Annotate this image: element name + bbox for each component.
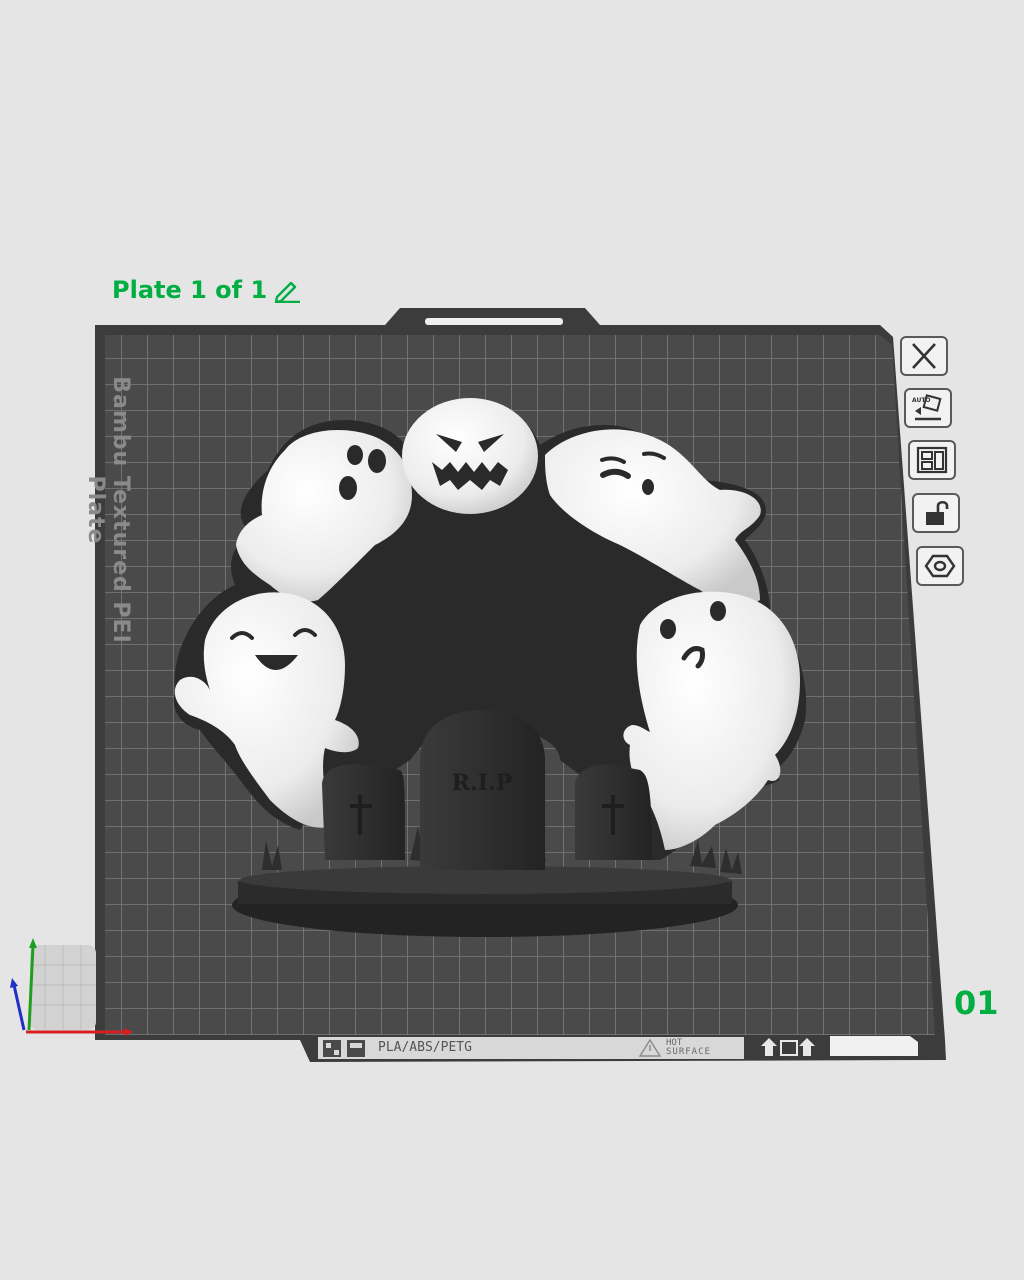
lock-plate-button[interactable] bbox=[912, 493, 960, 533]
auto-orient-button[interactable]: AUTO bbox=[904, 388, 952, 428]
plate-settings-button[interactable] bbox=[916, 546, 964, 586]
plate-number: 01 bbox=[954, 984, 999, 1022]
plate-handle bbox=[425, 318, 563, 325]
auto-label: AUTO bbox=[912, 397, 931, 404]
tombstone-text: R.I.P bbox=[452, 770, 512, 796]
tombstone-center: R.I.P bbox=[420, 710, 545, 870]
auto-orient-icon: AUTO bbox=[912, 394, 942, 421]
arrange-icon bbox=[916, 446, 948, 474]
hot-surface-label: HOT SURFACE bbox=[666, 1039, 711, 1057]
material-label: PLA/ABS/PETG bbox=[378, 1040, 472, 1055]
build-plate-scene: R.I.P bbox=[10, 308, 946, 1062]
unlock-icon bbox=[926, 500, 949, 525]
bed-type-label: Bambu Textured PEI Plate bbox=[83, 376, 133, 644]
close-icon bbox=[912, 343, 936, 369]
settings-icon bbox=[924, 554, 956, 578]
tombstone-left bbox=[322, 764, 405, 860]
hot-surface-line2: SURFACE bbox=[666, 1047, 711, 1057]
ghost-angry bbox=[402, 398, 538, 514]
tombstone-right bbox=[575, 764, 652, 860]
arrange-button[interactable] bbox=[908, 440, 956, 480]
viewport-3d[interactable]: Plate 1 of 1 R.I.P Bambu Textured PEI Pl… bbox=[0, 0, 1024, 1280]
delete-plate-button[interactable] bbox=[900, 336, 948, 376]
